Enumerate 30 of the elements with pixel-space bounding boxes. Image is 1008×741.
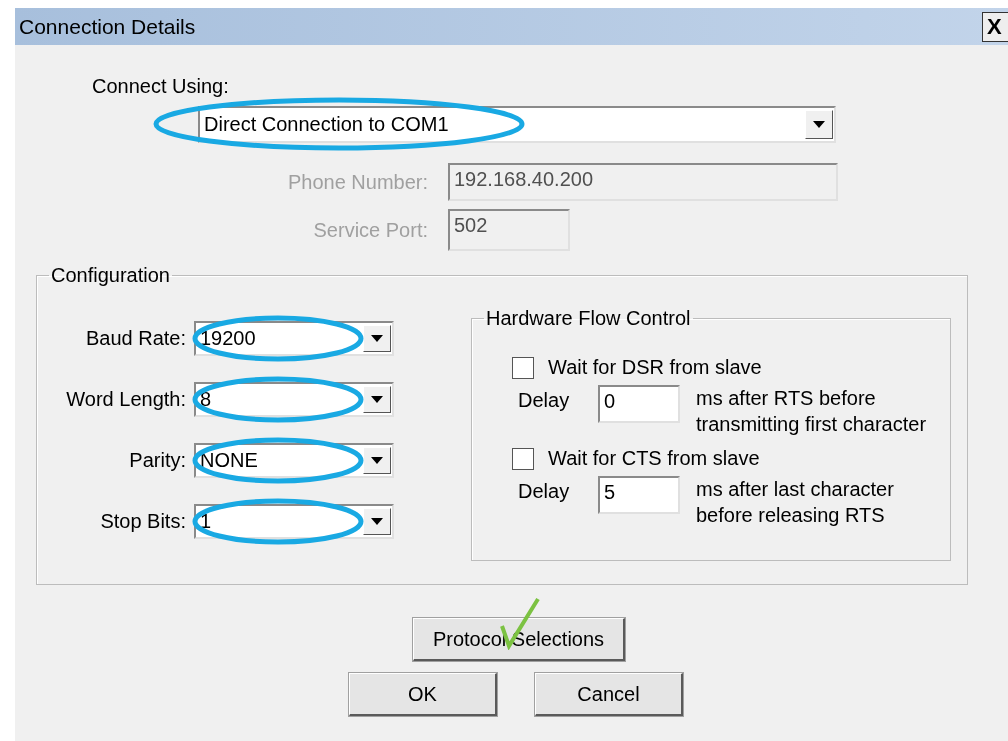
close-button[interactable]: X xyxy=(982,11,1008,42)
checkbox[interactable] xyxy=(512,447,534,470)
group-title: Hardware Flow Control xyxy=(485,307,692,330)
field-label: Stop Bits: xyxy=(99,510,186,533)
delay-note: ms after RTS before transmitting first character xyxy=(696,386,927,437)
field-label: Connect Using: xyxy=(92,75,230,98)
checkbox-label: Wait for DSR from slave xyxy=(548,356,762,379)
window-title: Connection Details xyxy=(19,14,196,39)
field-label: Word Length: xyxy=(65,388,186,411)
group-title: Configuration xyxy=(50,264,171,287)
dropdown-arrow-icon xyxy=(371,518,383,525)
field-label: Delay xyxy=(518,479,571,503)
field-label: Parity: xyxy=(128,449,186,472)
dialog-button[interactable]: Protocol Selections xyxy=(413,618,625,661)
field-label: Baud Rate: xyxy=(84,327,186,350)
dialog-button[interactable]: Cancel xyxy=(535,673,683,716)
dropdown-arrow-icon xyxy=(371,457,383,464)
checkbox-label: Wait for CTS from slave xyxy=(548,447,760,470)
dropdown-arrow-icon xyxy=(371,396,383,403)
field-label: Delay xyxy=(518,388,571,412)
field-label: Phone Number: xyxy=(286,170,428,194)
dialog-button[interactable]: OK xyxy=(349,673,497,716)
dropdown-arrow-icon xyxy=(813,121,825,128)
delay-field[interactable]: 5 xyxy=(598,476,680,514)
field-label: Service Port: xyxy=(312,218,428,242)
delay-field[interactable]: 0 xyxy=(598,385,680,423)
checkbox[interactable] xyxy=(512,356,534,379)
dropdown-arrow-icon xyxy=(371,335,383,342)
connection-dropdown[interactable]: Direct Connection to COM1 xyxy=(198,106,836,143)
delay-note: ms after last character before releasing RTS xyxy=(696,477,894,528)
